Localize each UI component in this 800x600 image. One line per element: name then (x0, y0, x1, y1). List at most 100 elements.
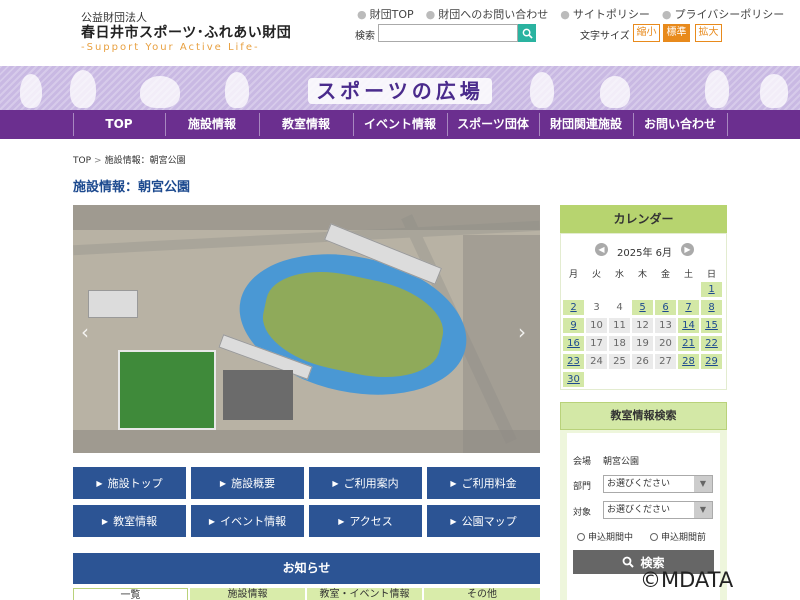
venue-value: 朝宮公園 (603, 457, 640, 467)
carousel-next-icon[interactable]: › (518, 320, 526, 344)
triangle-right-icon: ▶ (96, 478, 103, 488)
calendar-weekday: 金 (660, 270, 670, 280)
target-label: 対象 (573, 508, 592, 518)
triangle-right-icon: ▶ (450, 516, 457, 526)
font-size-normal-button[interactable]: 標準 (663, 24, 690, 42)
nav-item-contact[interactable]: お問い合わせ (633, 110, 727, 139)
calendar-day[interactable]: 6 (655, 300, 676, 315)
calendar-day[interactable]: 1 (701, 282, 722, 297)
nav-item-facilities[interactable]: 施設情報 (165, 110, 259, 139)
tagline: -Support Your Active Life- (81, 42, 260, 53)
search-icon (623, 556, 635, 568)
dept-label: 部門 (573, 482, 592, 492)
calendar-day: 10 (586, 318, 607, 333)
calendar-day: 26 (632, 354, 653, 369)
news-tab-class-event[interactable]: 教室・イベント情報 (307, 588, 422, 600)
search-button[interactable] (518, 24, 536, 42)
nav-item-classes[interactable]: 教室情報 (259, 110, 353, 139)
calendar-weekday: 火 (591, 270, 601, 280)
calendar-day: 20 (655, 336, 676, 351)
radio-circle-icon (650, 532, 658, 541)
radio-before-apply[interactable]: 申込期間前 (650, 530, 706, 543)
calendar-day: 25 (609, 354, 630, 369)
search-label: 検索 (355, 31, 375, 42)
calendar-weekday: 木 (637, 270, 647, 280)
usage-fees-button[interactable]: ▶ ご利用料金 (427, 467, 540, 499)
event-info-button[interactable]: ▶ イベント情報 (191, 505, 304, 537)
search-icon (522, 28, 533, 39)
calendar-day[interactable]: 22 (701, 336, 722, 351)
calendar-day: 17 (586, 336, 607, 351)
calendar-weekday: 月 (568, 270, 578, 280)
calendar-day[interactable]: 30 (563, 372, 584, 387)
calendar-weekday: 日 (706, 270, 716, 280)
calendar-heading: カレンダー (560, 205, 727, 233)
calendar-day: 11 (609, 318, 630, 333)
news-tab-all[interactable]: 一覧 (73, 588, 188, 600)
calendar-day: 12 (632, 318, 653, 333)
facility-overview-button[interactable]: ▶ 施設概要 (191, 467, 304, 499)
class-info-button[interactable]: ▶ 教室情報 (73, 505, 186, 537)
font-size-large-button[interactable]: 拡大 (695, 24, 722, 42)
triangle-right-icon: ▶ (101, 516, 109, 526)
top-link-site-policy[interactable]: ● サイトポリシー (560, 6, 650, 22)
target-select[interactable]: お選びください ▼ (603, 501, 713, 519)
calendar-day[interactable]: 21 (678, 336, 699, 351)
news-heading: お知らせ (73, 553, 540, 584)
nav-item-sports-groups[interactable]: スポーツ団体 (447, 110, 539, 139)
calendar-weekday: 土 (683, 270, 693, 280)
calendar-day: 27 (655, 354, 676, 369)
calendar-weekday: 水 (614, 270, 624, 280)
access-button[interactable]: ▶ アクセス (309, 505, 422, 537)
top-link-home[interactable]: ● 財団TOP (357, 6, 414, 22)
site-logo-text[interactable]: 春日井市スポーツ･ふれあい財団 (81, 22, 291, 42)
calendar-next-icon[interactable]: ▶ (681, 243, 694, 256)
calendar-day[interactable]: 15 (701, 318, 722, 333)
nav-item-related-facilities[interactable]: 財団関連施設 (539, 110, 633, 139)
top-link-privacy[interactable]: ● プライバシーポリシー (662, 6, 784, 22)
search-input[interactable] (378, 24, 518, 42)
page-title: 施設情報：朝宮公園 (73, 180, 191, 195)
radio-applying[interactable]: 申込期間中 (577, 530, 633, 543)
font-size-small-button[interactable]: 縮小 (633, 24, 660, 42)
chevron-down-icon: ▼ (694, 502, 712, 518)
news-tab-facility[interactable]: 施設情報 (190, 588, 305, 600)
carousel-prev-icon[interactable]: ‹ (81, 320, 89, 344)
calendar-day[interactable]: 28 (678, 354, 699, 369)
calendar-day[interactable]: 23 (563, 354, 584, 369)
calendar-day: 18 (609, 336, 630, 351)
calendar-day[interactable]: 2 (563, 300, 584, 315)
calendar-day[interactable]: 8 (701, 300, 722, 315)
breadcrumb: TOP > 施設情報：朝宮公園 (73, 153, 186, 166)
triangle-right-icon: ▶ (219, 478, 227, 488)
triangle-right-icon: ▶ (332, 478, 339, 488)
park-aerial-photo: ‹ › (73, 205, 540, 453)
park-map-button[interactable]: ▶ 公園マップ (427, 505, 540, 537)
calendar-day: 13 (655, 318, 676, 333)
class-search-heading: 教室情報検索 (560, 402, 727, 430)
usage-guide-button[interactable]: ▶ ご利用案内 (309, 467, 422, 499)
copyright-watermark: ©MDATA (640, 568, 734, 592)
banner-title: スポーツの広場 (0, 75, 800, 104)
calendar-day[interactable]: 16 (563, 336, 584, 351)
facility-top-button[interactable]: ▶ 施設トップ (73, 467, 186, 499)
chevron-down-icon: ▼ (694, 476, 712, 492)
site-header: 公益財団法人 春日井市スポーツ･ふれあい財団 -Support Your Act… (0, 0, 800, 66)
calendar-day[interactable]: 14 (678, 318, 699, 333)
calendar-day[interactable]: 7 (678, 300, 699, 315)
radio-circle-icon (577, 532, 585, 541)
nav-item-top[interactable]: TOP (73, 110, 165, 139)
news-tab-other[interactable]: その他 (424, 588, 540, 600)
top-link-contact[interactable]: ● 財団へのお問い合わせ (426, 6, 549, 22)
triangle-right-icon: ▶ (208, 516, 216, 526)
calendar-day: 4 (609, 300, 630, 315)
calendar-day[interactable]: 29 (701, 354, 722, 369)
dept-select[interactable]: お選びください ▼ (603, 475, 713, 493)
breadcrumb-current: 施設情報：朝宮公園 (104, 156, 186, 166)
breadcrumb-top-link[interactable]: TOP (73, 156, 91, 166)
nav-item-events[interactable]: イベント情報 (353, 110, 447, 139)
calendar-day: 24 (586, 354, 607, 369)
calendar-day[interactable]: 5 (632, 300, 653, 315)
triangle-right-icon: ▶ (338, 516, 345, 526)
calendar-day[interactable]: 9 (563, 318, 584, 333)
